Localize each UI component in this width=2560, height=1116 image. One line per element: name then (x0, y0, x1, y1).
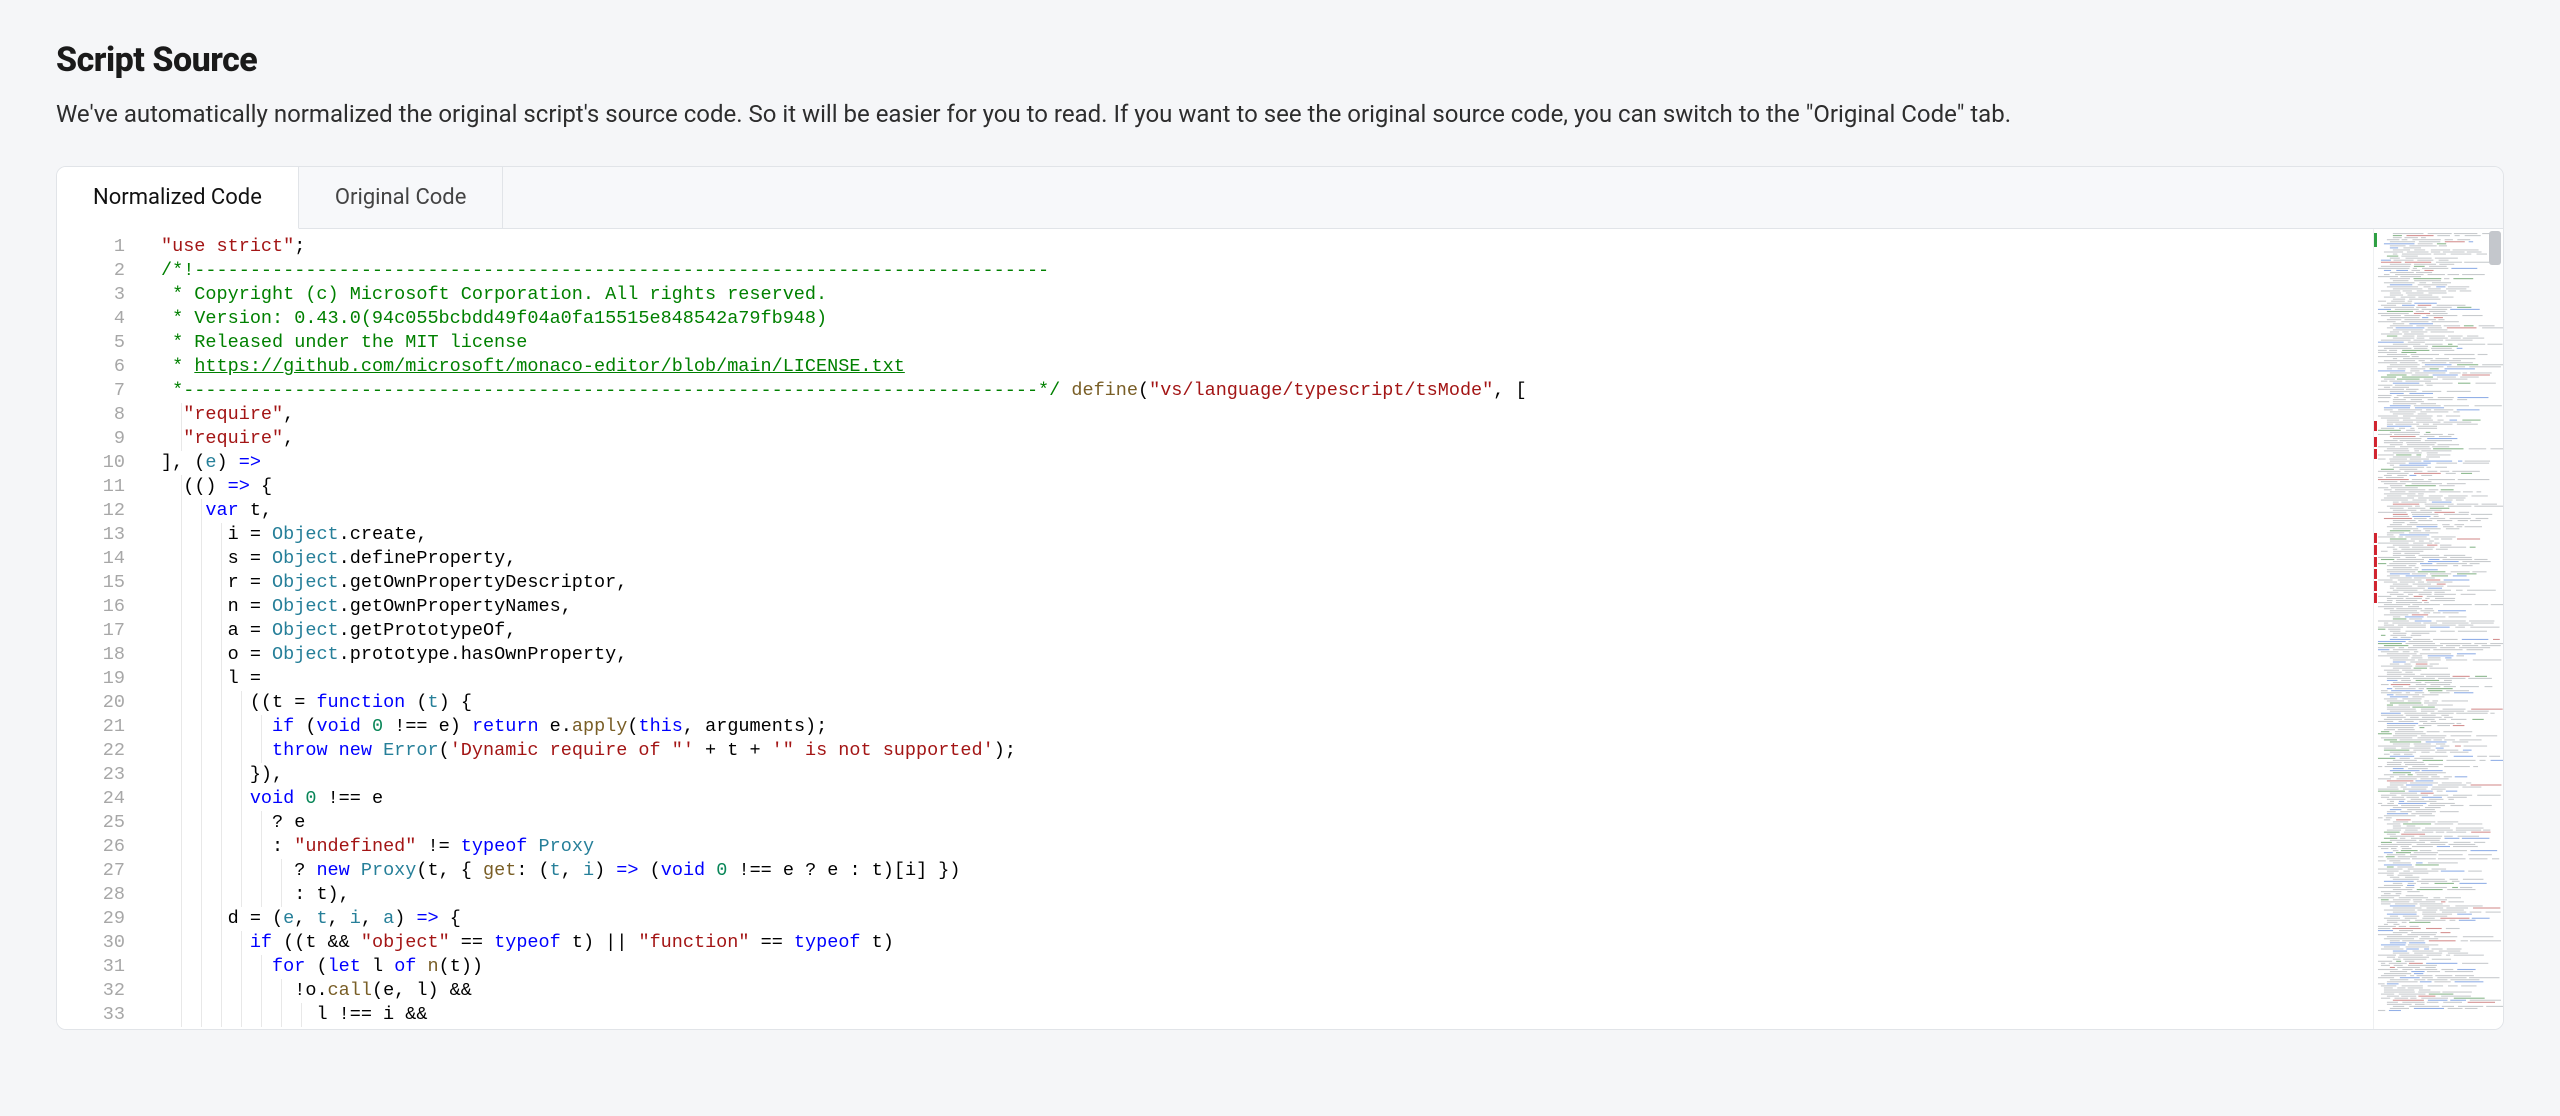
minimap-scrollbar[interactable] (2489, 231, 2501, 265)
page-title: Script Source (56, 40, 2504, 80)
code-content[interactable]: "use strict";/*!------------------------… (143, 229, 2373, 1029)
page-description: We've automatically normalized the origi… (56, 98, 2504, 130)
code-line[interactable]: !o.call(e, l) && (161, 979, 2373, 1003)
line-number: 16 (57, 595, 125, 619)
code-line[interactable]: if (void 0 !== e) return e.apply(this, a… (161, 715, 2373, 739)
code-line[interactable]: "use strict"; (161, 235, 2373, 259)
code-line[interactable]: }), (161, 763, 2373, 787)
line-number: 31 (57, 955, 125, 979)
minimap[interactable] (2373, 229, 2503, 1029)
code-line[interactable]: throw new Error('Dynamic require of "' +… (161, 739, 2373, 763)
code-line[interactable]: * Released under the MIT license (161, 331, 2373, 355)
code-line[interactable]: ], (e) => (161, 451, 2373, 475)
line-number: 4 (57, 307, 125, 331)
minimap-canvas (2374, 229, 2503, 1029)
line-number: 28 (57, 883, 125, 907)
line-number: 30 (57, 931, 125, 955)
line-number: 29 (57, 907, 125, 931)
line-number: 14 (57, 547, 125, 571)
code-editor[interactable]: 1234567891011121314151617181920212223242… (57, 229, 2503, 1029)
code-line[interactable]: n = Object.getOwnPropertyNames, (161, 595, 2373, 619)
code-line[interactable]: s = Object.defineProperty, (161, 547, 2373, 571)
code-line[interactable]: r = Object.getOwnPropertyDescriptor, (161, 571, 2373, 595)
code-panel: Normalized Code Original Code 1234567891… (56, 166, 2504, 1030)
line-number: 9 (57, 427, 125, 451)
code-line[interactable]: (() => { (161, 475, 2373, 499)
line-number: 7 (57, 379, 125, 403)
line-number: 21 (57, 715, 125, 739)
code-line[interactable]: : "undefined" != typeof Proxy (161, 835, 2373, 859)
code-line[interactable]: "require", (161, 403, 2373, 427)
line-number: 8 (57, 403, 125, 427)
tab-normalized-code[interactable]: Normalized Code (57, 167, 299, 229)
code-line[interactable]: *---------------------------------------… (161, 379, 2373, 403)
line-number: 32 (57, 979, 125, 1003)
tab-strip: Normalized Code Original Code (57, 167, 2503, 229)
line-number: 1 (57, 235, 125, 259)
code-line[interactable]: if ((t && "object" == typeof t) || "func… (161, 931, 2373, 955)
line-number: 25 (57, 811, 125, 835)
line-number: 24 (57, 787, 125, 811)
tab-original-code[interactable]: Original Code (299, 167, 504, 228)
line-number: 10 (57, 451, 125, 475)
code-line[interactable]: /*!-------------------------------------… (161, 259, 2373, 283)
line-number: 11 (57, 475, 125, 499)
line-number: 22 (57, 739, 125, 763)
line-number: 33 (57, 1003, 125, 1027)
code-line[interactable]: ((t = function (t) { (161, 691, 2373, 715)
code-line[interactable]: l !== i && (161, 1003, 2373, 1027)
line-number: 20 (57, 691, 125, 715)
line-number: 15 (57, 571, 125, 595)
line-number: 3 (57, 283, 125, 307)
code-line[interactable]: ? e (161, 811, 2373, 835)
code-line[interactable]: o = Object.prototype.hasOwnProperty, (161, 643, 2373, 667)
line-number: 12 (57, 499, 125, 523)
line-number: 5 (57, 331, 125, 355)
code-line[interactable]: : t), (161, 883, 2373, 907)
line-number: 23 (57, 763, 125, 787)
code-line[interactable]: ? new Proxy(t, { get: (t, i) => (void 0 … (161, 859, 2373, 883)
code-line[interactable]: * https://github.com/microsoft/monaco-ed… (161, 355, 2373, 379)
code-line[interactable]: for (let l of n(t)) (161, 955, 2373, 979)
line-number: 2 (57, 259, 125, 283)
line-number: 17 (57, 619, 125, 643)
code-line[interactable]: "require", (161, 427, 2373, 451)
line-number: 18 (57, 643, 125, 667)
code-line[interactable]: void 0 !== e (161, 787, 2373, 811)
code-line[interactable]: i = Object.create, (161, 523, 2373, 547)
line-number: 26 (57, 835, 125, 859)
code-line[interactable]: a = Object.getPrototypeOf, (161, 619, 2373, 643)
code-line[interactable]: d = (e, t, i, a) => { (161, 907, 2373, 931)
code-line[interactable]: var t, (161, 499, 2373, 523)
line-number: 13 (57, 523, 125, 547)
line-number: 6 (57, 355, 125, 379)
code-line[interactable]: * Copyright (c) Microsoft Corporation. A… (161, 283, 2373, 307)
line-number: 27 (57, 859, 125, 883)
line-number: 19 (57, 667, 125, 691)
code-line[interactable]: l = (161, 667, 2373, 691)
code-line[interactable]: * Version: 0.43.0(94c055bcbdd49f04a0fa15… (161, 307, 2373, 331)
line-number-gutter: 1234567891011121314151617181920212223242… (57, 229, 143, 1029)
